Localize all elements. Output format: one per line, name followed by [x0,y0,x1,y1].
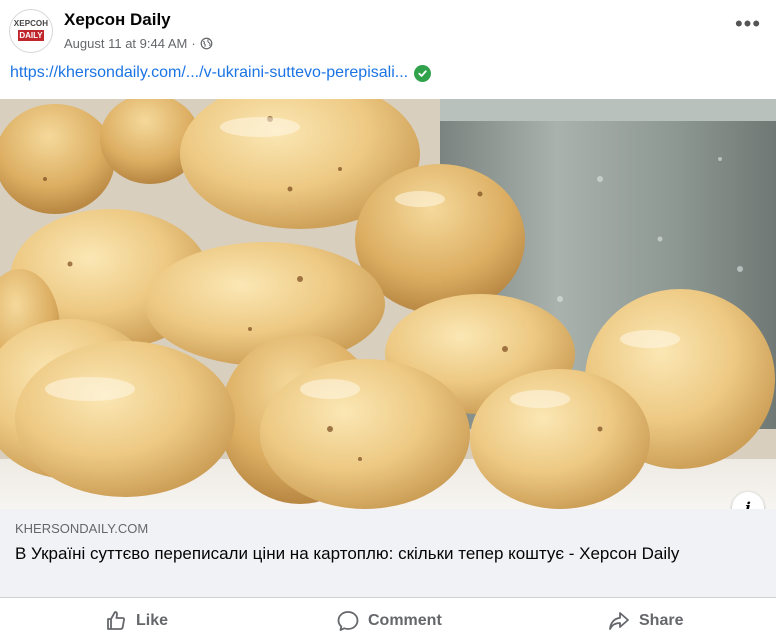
post-image-potatoes[interactable] [0,99,776,509]
comment-bubble-icon [337,610,359,631]
comment-button[interactable]: Comment [336,598,442,643]
post-header: ХЕРСОН DAILY Херсон Daily August 11 at 9… [0,0,776,58]
thumbs-up-icon [107,610,125,630]
share-arrow-icon [609,611,629,630]
preview-domain: KHERSONDAILY.COM [15,521,149,536]
share-button[interactable]: Share [607,598,683,643]
meta-separator: · [191,36,196,51]
comment-label: Comment [368,611,442,629]
avatar-logo-bottom: DAILY [18,30,44,41]
preview-title: В Україні суттєво переписали ціни на кар… [15,544,680,563]
post-meta: August 11 at 9:44 AM · [64,36,213,51]
like-label: Like [136,611,169,629]
post-actions-bar: Like Comment Share [0,597,776,643]
post-date[interactable]: August 11 at 9:44 AM [64,36,187,51]
link-preview[interactable]: KHERSONDAILY.COM В Україні суттєво переп… [0,509,776,597]
share-label: Share [639,611,684,629]
more-options-icon[interactable]: ••• [735,13,760,40]
potatoes-photo [0,99,776,509]
globe-icon[interactable] [200,37,213,50]
post-link[interactable]: https://khersondaily.com/.../v-ukraini-s… [10,64,408,82]
like-button[interactable]: Like [104,598,168,643]
verified-check-icon [414,64,432,82]
page-name-link[interactable]: Херсон Daily [64,10,171,30]
avatar-logo-top: ХЕРСОН [13,19,49,28]
post-link-row: https://khersondaily.com/.../v-ukraini-s… [10,64,432,82]
page-avatar[interactable]: ХЕРСОН DAILY [9,9,53,53]
